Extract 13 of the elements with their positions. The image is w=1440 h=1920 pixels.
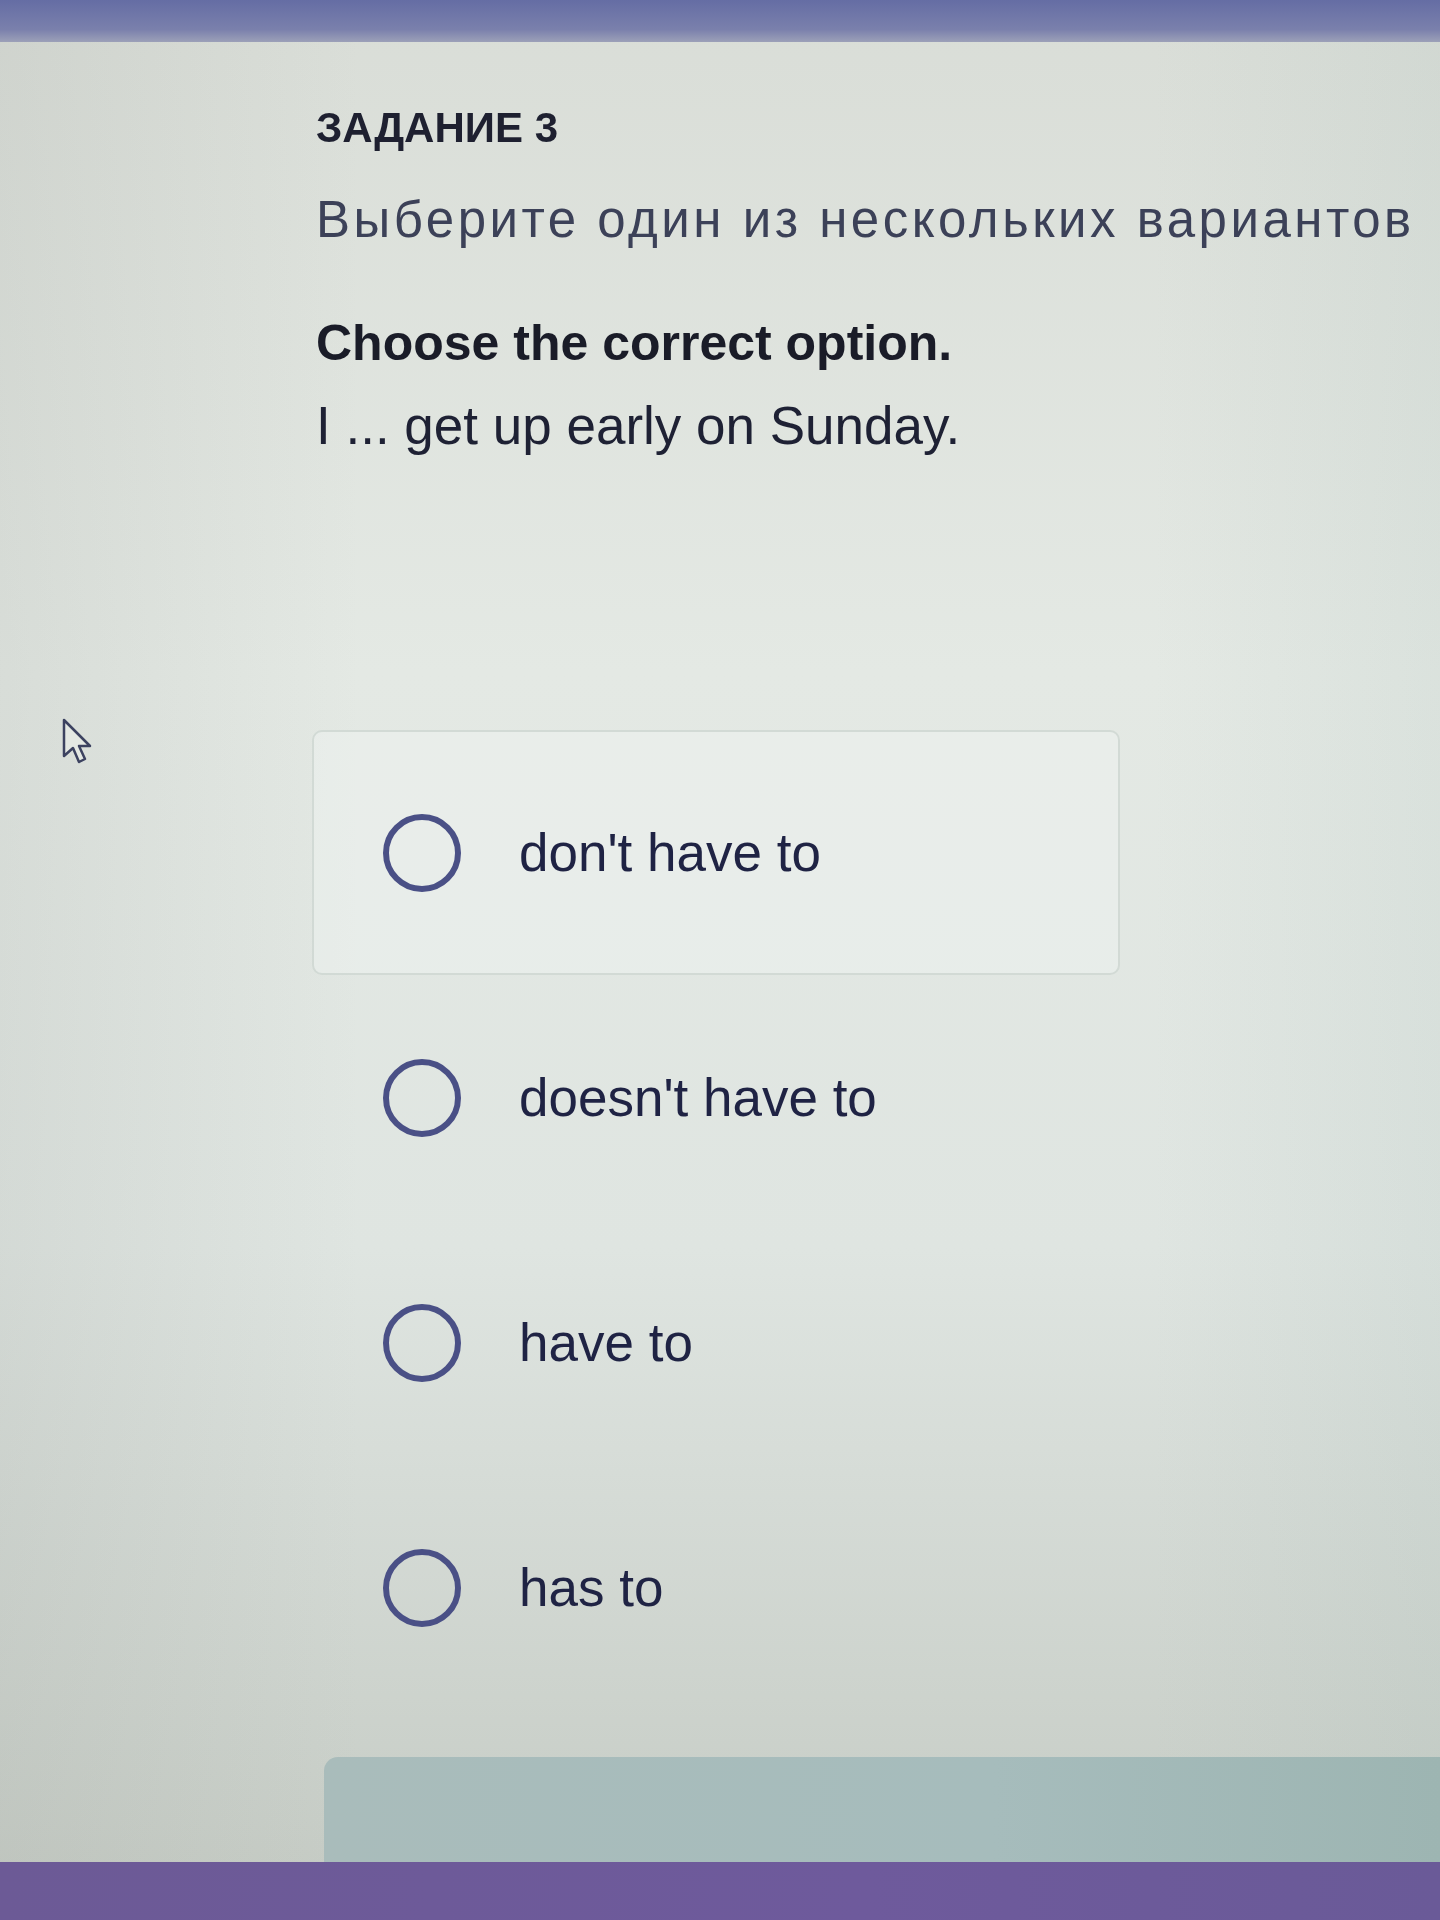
task-number: ЗАДАНИЕ 3 (316, 103, 558, 153)
question-sentence: I ... get up early on Sunday. (316, 395, 961, 457)
mouse-pointer-icon (62, 718, 92, 764)
answer-option[interactable]: have to (312, 1220, 1120, 1465)
radio-icon[interactable] (382, 1057, 462, 1138)
question-prompt: Choose the correct option. (316, 314, 953, 373)
radio-icon[interactable] (382, 1302, 462, 1383)
answer-option[interactable]: doesn't have to (312, 975, 1120, 1220)
answer-option[interactable]: don't have to (312, 730, 1120, 975)
answer-option[interactable]: has to (312, 1465, 1120, 1710)
radio-icon[interactable] (382, 1547, 462, 1628)
radio-icon[interactable] (382, 812, 462, 893)
task-instruction: Выберите один из нескольких вариантов (316, 190, 1415, 250)
